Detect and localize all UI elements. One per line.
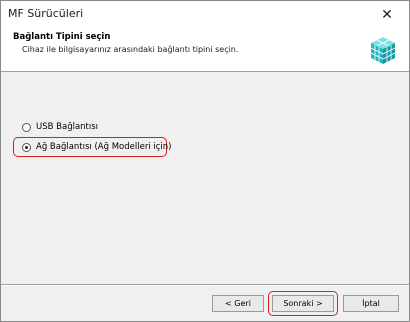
back-button[interactable]: < Geri [212, 295, 264, 312]
cancel-button[interactable]: İptal [343, 295, 399, 312]
wizard-header: Bağlantı Tipini seçin Cihaz ile bilgisay… [1, 28, 409, 72]
close-icon: ✕ [381, 6, 393, 23]
network-radio[interactable] [22, 142, 31, 152]
window-title: MF Sürücüleri [8, 7, 84, 20]
close-button[interactable]: ✕ [365, 1, 409, 28]
page-subtitle: Cihaz ile bilgisayarınız arasındaki bağl… [22, 45, 239, 54]
usb-radio[interactable] [22, 122, 31, 132]
page-title: Bağlantı Tipini seçin [13, 32, 111, 42]
network-label: Ağ Bağlantısı (Ağ Modelleri için) [36, 142, 172, 152]
cube-icon [370, 37, 396, 64]
footer-separator [1, 284, 409, 286]
usb-connection-option[interactable]: USB Bağlantısı [22, 122, 98, 132]
usb-label: USB Bağlantısı [36, 122, 99, 132]
installer-window: MF Sürücüleri ✕ Bağlantı Tipini seçin Ci… [0, 0, 410, 322]
network-connection-option[interactable]: Ağ Bağlantısı (Ağ Modelleri için) [22, 142, 172, 152]
title-bar: MF Sürücüleri ✕ [1, 1, 409, 28]
next-button[interactable]: Sonraki > [272, 295, 334, 312]
